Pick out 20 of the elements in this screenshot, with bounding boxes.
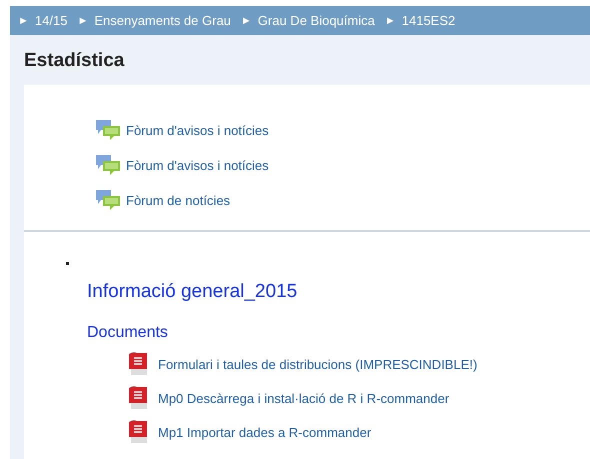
file-link[interactable]: Mp1 Importar dades a R-commander bbox=[158, 424, 372, 440]
chat-bubbles-icon bbox=[95, 189, 121, 211]
section-title: Informació general_2015 bbox=[87, 281, 298, 303]
forum-link[interactable]: Fòrum d'avisos i notícies bbox=[126, 122, 269, 138]
section-subtitle: Documents bbox=[87, 324, 169, 342]
course-title: Estadística bbox=[24, 49, 126, 73]
pdf-icon bbox=[128, 386, 150, 410]
forum-link[interactable]: Fòrum de notícies bbox=[126, 192, 230, 208]
breadcrumb-arrow: ► bbox=[77, 14, 88, 26]
breadcrumb-arrow: ► bbox=[18, 14, 29, 26]
breadcrumb-arrow: ► bbox=[240, 14, 252, 26]
bullet-icon bbox=[66, 262, 69, 265]
pdf-icon bbox=[128, 352, 150, 376]
forum-link[interactable]: Fòrum d'avisos i notícies bbox=[126, 158, 269, 172]
file-link[interactable]: Formulari i taules de distribucions (IMPRESCINDIBLE!) bbox=[158, 356, 478, 372]
file-link[interactable]: Mp0 Descàrrega i instal·lació de R i R-commander bbox=[158, 390, 450, 406]
chat-bubbles-icon bbox=[95, 119, 121, 141]
chat-bubbles-icon bbox=[95, 154, 121, 176]
pdf-icon bbox=[128, 420, 150, 444]
breadcrumb-arrow: ► bbox=[384, 14, 396, 26]
